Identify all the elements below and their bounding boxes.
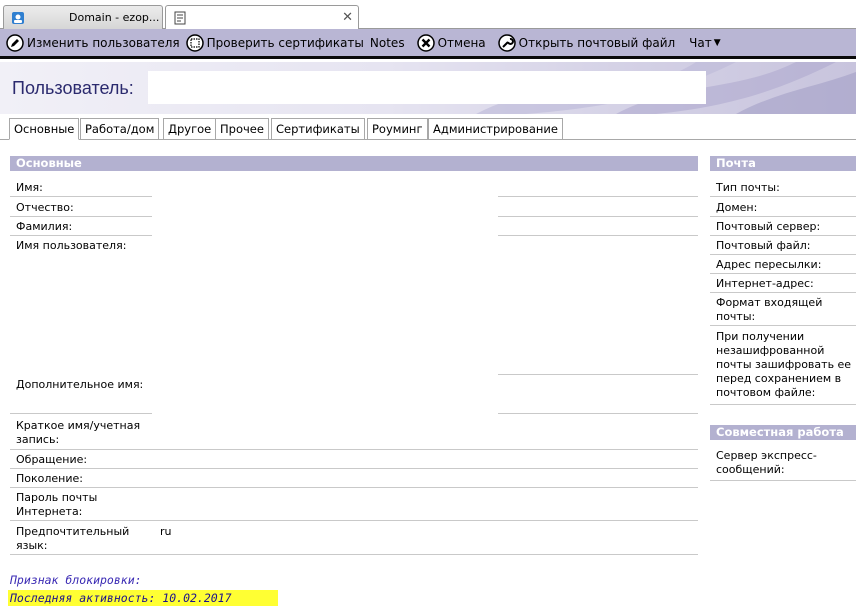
pencil-icon <box>6 33 24 52</box>
header-banner: Пользователь: <box>0 62 856 114</box>
mail-server-label: Почтовый сервер: <box>716 220 821 233</box>
field-divider <box>498 413 698 414</box>
open-mail-file-button[interactable]: Открыть почтовый файл <box>497 32 676 54</box>
forwarding-address-label: Адрес пересылки: <box>716 258 822 271</box>
preferred-language-value[interactable]: ru <box>160 525 172 539</box>
field-divider <box>10 216 152 217</box>
field-divider <box>710 325 856 326</box>
tab-certificates[interactable]: Сертификаты <box>271 118 365 140</box>
cancel-label: Отмена <box>437 35 486 50</box>
tab-misc[interactable]: Прочее <box>215 118 269 140</box>
window-tab-title: Domain - ezop... <box>69 11 160 24</box>
form-tabs: Основные Работа/дом Другое Прочее Сертиф… <box>0 114 856 142</box>
document-icon <box>174 11 186 25</box>
field-divider <box>10 468 698 469</box>
domain-icon <box>12 11 24 24</box>
lock-status-text: Признак блокировки: <box>10 573 142 587</box>
field-divider <box>10 413 152 414</box>
chat-label: Чат <box>689 35 712 50</box>
field-divider <box>498 374 698 375</box>
alt-name-label: Дополнительное имя: <box>16 378 144 391</box>
close-icon[interactable]: ✕ <box>342 10 353 25</box>
generation-label: Поколение: <box>16 472 83 485</box>
check-certificates-label: Проверить сертификаты <box>206 35 364 50</box>
cancel-icon <box>416 33 435 52</box>
section-collab-heading: Совместная работа <box>710 425 856 440</box>
window-tab-strip: Domain - ezop... ✕ <box>0 0 856 30</box>
notes-label: Notes <box>369 35 405 50</box>
window-tab-domain[interactable]: Domain - ezop... <box>3 5 163 29</box>
preferred-language-label: Предпочтительный язык: <box>16 525 130 552</box>
field-divider <box>710 196 856 197</box>
tab-roaming[interactable]: Роуминг <box>367 118 428 140</box>
notes-button[interactable]: Notes <box>370 32 405 54</box>
field-divider <box>498 216 698 217</box>
field-divider <box>710 404 856 405</box>
field-divider <box>10 449 698 450</box>
last-activity-text: Последняя активность: 10.02.2017 <box>8 590 278 606</box>
field-divider <box>710 235 856 236</box>
last-name-label: Фамилия: <box>16 220 73 233</box>
check-certificates-button[interactable]: Проверить сертификаты <box>185 32 364 54</box>
internet-address-label: Интернет-адрес: <box>716 277 814 290</box>
field-divider <box>710 254 856 255</box>
lotus-notes-window: Domain - ezop... ✕ Изменить пользователя <box>0 0 856 611</box>
domain-label: Домен: <box>716 201 758 214</box>
action-toolbar: Изменить пользователя Проверить сертифик… <box>0 29 856 59</box>
tab-work-home[interactable]: Работа/дом <box>80 118 160 140</box>
section-mail-heading: Почта <box>710 156 856 171</box>
middle-name-label: Отчество: <box>16 201 74 214</box>
tab-administration[interactable]: Администрирование <box>428 118 563 140</box>
chevron-down-icon: ▼ <box>713 37 721 48</box>
field-divider <box>10 487 698 488</box>
incoming-format-label: Формат входящей почты: <box>716 296 823 323</box>
tab-other[interactable]: Другое <box>163 118 217 140</box>
mail-type-label: Тип почты: <box>716 181 780 194</box>
field-divider <box>498 196 698 197</box>
internet-password-label: Пароль почты Интернета: <box>16 491 98 518</box>
field-divider <box>498 235 698 236</box>
cancel-button[interactable]: Отмена <box>416 32 486 54</box>
chat-menu-button[interactable]: Чат ▼ <box>689 32 721 54</box>
field-divider <box>710 480 856 481</box>
field-divider <box>710 273 856 274</box>
window-tab-person[interactable]: ✕ <box>165 5 359 30</box>
field-divider <box>10 235 152 236</box>
edit-user-button[interactable]: Изменить пользователя <box>6 32 180 54</box>
field-divider <box>710 216 856 217</box>
title-label: Обращение: <box>16 453 88 466</box>
wrench-icon <box>497 33 516 52</box>
field-divider <box>10 520 698 521</box>
user-name-value <box>148 71 706 104</box>
encrypt-incoming-label: При получении незашифрованной почты заши… <box>716 330 852 399</box>
mail-file-label: Почтовый файл: <box>716 239 811 252</box>
field-divider <box>10 196 152 197</box>
page-title: Пользователь: <box>12 78 134 98</box>
first-name-label: Имя: <box>16 181 43 194</box>
section-basic-heading: Основные <box>10 156 698 171</box>
field-divider <box>10 554 698 555</box>
short-name-label: Краткое имя/учетная запись: <box>16 419 141 446</box>
tab-basic[interactable]: Основные <box>9 118 80 140</box>
open-mail-file-label: Открыть почтовый файл <box>518 35 676 50</box>
certificate-icon <box>185 33 204 52</box>
sametime-server-label: Сервер экспресс-сообщений: <box>716 449 817 476</box>
user-name-label: Имя пользователя: <box>16 239 127 252</box>
edit-user-label: Изменить пользователя <box>27 35 180 50</box>
field-divider <box>710 292 856 293</box>
